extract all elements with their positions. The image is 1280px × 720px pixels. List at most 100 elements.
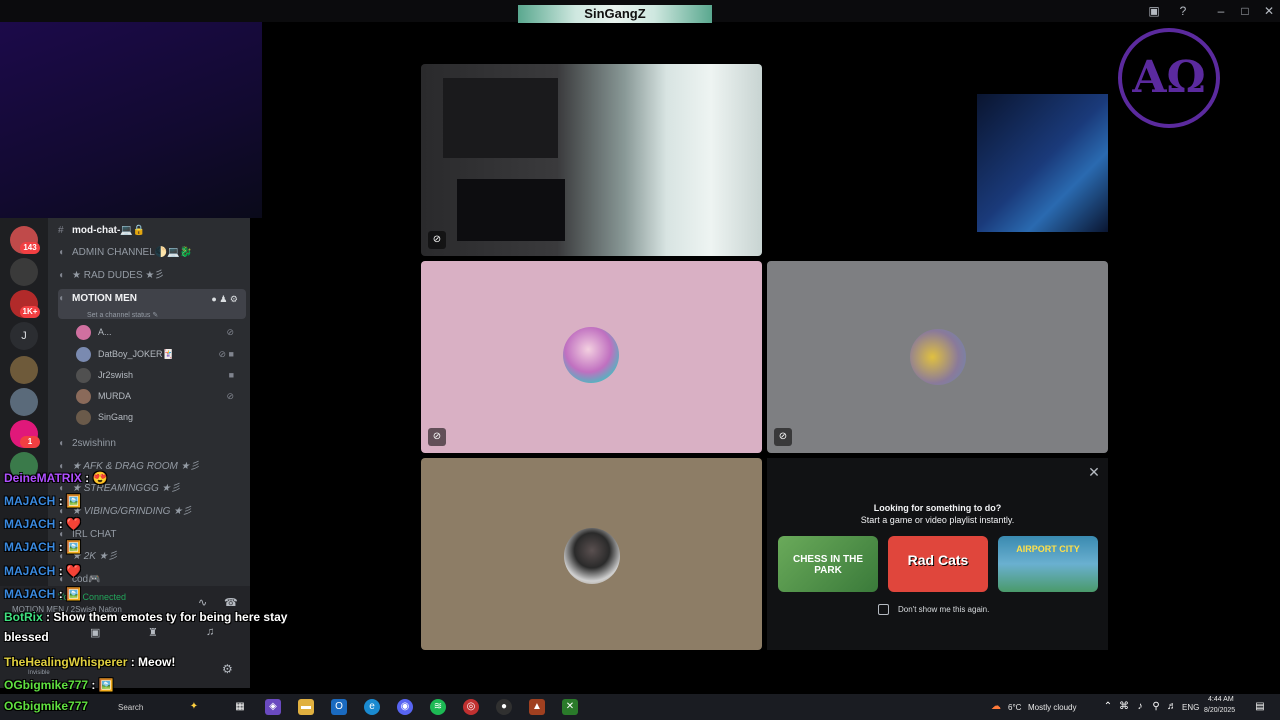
chat-text: ❤️ [66,564,81,578]
weather-icon[interactable]: ☁ [988,699,1004,715]
channel-label: mod-chat-💻🔒 [72,225,146,236]
avatar [76,389,91,404]
video-tile-city-view[interactable] [767,64,1108,256]
chat-text: 🖼️ [66,587,81,601]
channel-vibing[interactable]: ◖ ★ VIBING/GRINDING ★彡 [58,502,246,522]
server-icon[interactable] [10,258,38,286]
disconnect-icon[interactable]: ☎ [224,596,238,609]
xbox-icon[interactable]: ✕ [562,699,578,715]
windows-taskbar: OGbigmike777 Search ✦ ▦ ◈ ▬ O e ◉ ≋ ◎ ● … [0,694,1280,720]
server-icon[interactable] [10,356,38,384]
obs-icon[interactable]: ● [496,699,512,715]
game-card-rad-cats[interactable]: Rad Cats [888,536,988,592]
game-card-chess[interactable]: CHESS IN THE PARK [778,536,878,592]
game-icon[interactable]: ▲ [529,699,545,715]
file-explorer-icon[interactable]: ▬ [298,699,314,715]
inbox-icon[interactable]: ▣ [1147,4,1161,18]
video-tile-pink[interactable]: ⊘ [421,261,762,453]
clock-date[interactable]: 8/20/2025 [1204,707,1235,714]
channel-admin[interactable]: ◖ ADMIN CHANNEL🌓💻🐉 [58,243,246,263]
video-tile-tan[interactable] [421,458,762,650]
avatar [563,327,619,383]
activity-icon[interactable]: ♜ [148,626,158,639]
chat-username: MAJACH [4,540,56,554]
voice-member[interactable]: MURDA ⊘ [76,387,240,405]
chat-separator: : [58,517,63,531]
channel-motion-men[interactable]: ◖ MOTION MEN Set a channel status ✎ ● ♟ ⚙ [58,289,246,319]
location-icon[interactable]: ⚲ [1148,699,1164,715]
copilot-icon[interactable]: ✦ [186,699,202,715]
window-title-bar: SinGangZ ▣ ? – □ ✕ [0,0,1280,23]
notifications-icon[interactable]: ▤ [1252,699,1268,715]
chat-separator: : [85,471,90,485]
microphone-icon[interactable]: ♪ [1132,699,1148,715]
clock-time[interactable]: 4:44 AM [1208,696,1234,703]
tray-chevron-icon[interactable]: ⌃ [1100,699,1116,715]
activity-subheading: Start a game or video playlist instantly… [860,515,1015,525]
video-tile-camera-room[interactable]: ⊘ [421,64,762,256]
voice-channel-icon: ◖ [58,438,65,449]
stream-overlay-panel [0,22,262,218]
voice-member[interactable]: DatBoy_JOKER🃏 ⊘ ■ [76,345,240,363]
dont-show-label: Don't show me this again. [898,605,990,614]
chat-text: blessed [4,630,49,644]
chat-username: MAJACH [4,494,56,508]
discord-icon[interactable]: ◉ [397,699,413,715]
edge-icon[interactable]: e [364,699,380,715]
chat-text: 🖼️ [98,678,114,692]
outlook-icon[interactable]: O [331,699,347,715]
member-name: A... [98,327,112,337]
settings-icon[interactable]: ⚙ [222,662,233,676]
voice-member[interactable]: A... ⊘ [76,323,240,341]
language-indicator[interactable]: ENG [1182,703,1199,712]
server-icon[interactable]: J [10,322,38,350]
avatar [564,528,620,584]
channel-label: MOTION MEN [72,293,137,304]
channel-rad-dudes[interactable]: ◖ ★ RAD DUDES ★彡 [58,266,246,286]
channel-label: ADMIN CHANNEL🌓💻🐉 [72,247,193,258]
member-name: SinGang [98,412,134,422]
close-icon[interactable]: ✕ [1086,464,1102,480]
chat-message: MAJACH : ❤️ [4,564,81,578]
usb-icon[interactable]: ⌘ [1116,699,1132,715]
channel-irl-chat[interactable]: ◖ IRL CHAT [58,525,246,545]
volume-icon[interactable]: ♬ [1164,699,1180,715]
chat-message: MAJACH : 🖼️ [4,587,81,601]
chat-username: MAJACH [4,587,56,601]
camera-icon[interactable]: ▣ [90,626,100,639]
chat-text: 🖼️ [66,540,81,554]
noise-suppression-icon[interactable]: ∿ [198,596,207,609]
soundboard-icon[interactable]: ♫ [206,626,214,638]
voice-channel-icon: ◖ [58,293,65,304]
video-tile-gray[interactable]: ⊘ [767,261,1108,453]
close-icon[interactable]: ✕ [1262,4,1276,18]
taskbar-search[interactable]: Search [118,703,143,712]
dont-show-checkbox[interactable] [878,604,889,615]
app-icon[interactable]: ◎ [463,699,479,715]
channel-2swishinn[interactable]: ◖ 2swishinn [58,434,246,454]
task-view-icon[interactable]: ▦ [232,699,248,715]
chat-username: OGbigmike777 [4,699,89,713]
channel-mod-chat[interactable]: # mod-chat-💻🔒 [58,221,246,241]
game-title: Rad Cats [907,552,969,568]
voice-member[interactable]: Jr2swish ■ [76,366,240,384]
chat-text: Show them emotes ty for being here stay [53,610,288,624]
weather-description: Mostly cloudy [1028,703,1077,712]
help-icon[interactable]: ? [1176,4,1190,18]
game-card-airport-city[interactable]: AIRPORT CITY [998,536,1098,592]
chat-username: BotRix [4,610,43,624]
channel-2k[interactable]: ◖ ★ 2K ★彡 [58,547,246,567]
copilot-app-icon[interactable]: ◈ [265,699,281,715]
minimize-icon[interactable]: – [1214,4,1228,18]
spotify-icon[interactable]: ≋ [430,699,446,715]
muted-mic-icon: ⊘ [774,428,792,446]
server-icon[interactable] [10,388,38,416]
channel-actions-icons[interactable]: ● ♟ ⚙ [211,289,238,309]
voice-member[interactable]: SinGang [76,408,240,426]
screen: SinGangZ ▣ ? – □ ✕ ΑΩ 143 1K+ J 1 # mod-c… [0,0,1280,720]
chat-message: MAJACH : ❤️ [4,517,81,531]
game-title: CHESS IN THE PARK [792,554,863,576]
maximize-icon[interactable]: □ [1238,4,1252,18]
muted-mic-icon: ⊘ [428,231,446,249]
chat-username: DeineMATRIX [4,471,82,485]
